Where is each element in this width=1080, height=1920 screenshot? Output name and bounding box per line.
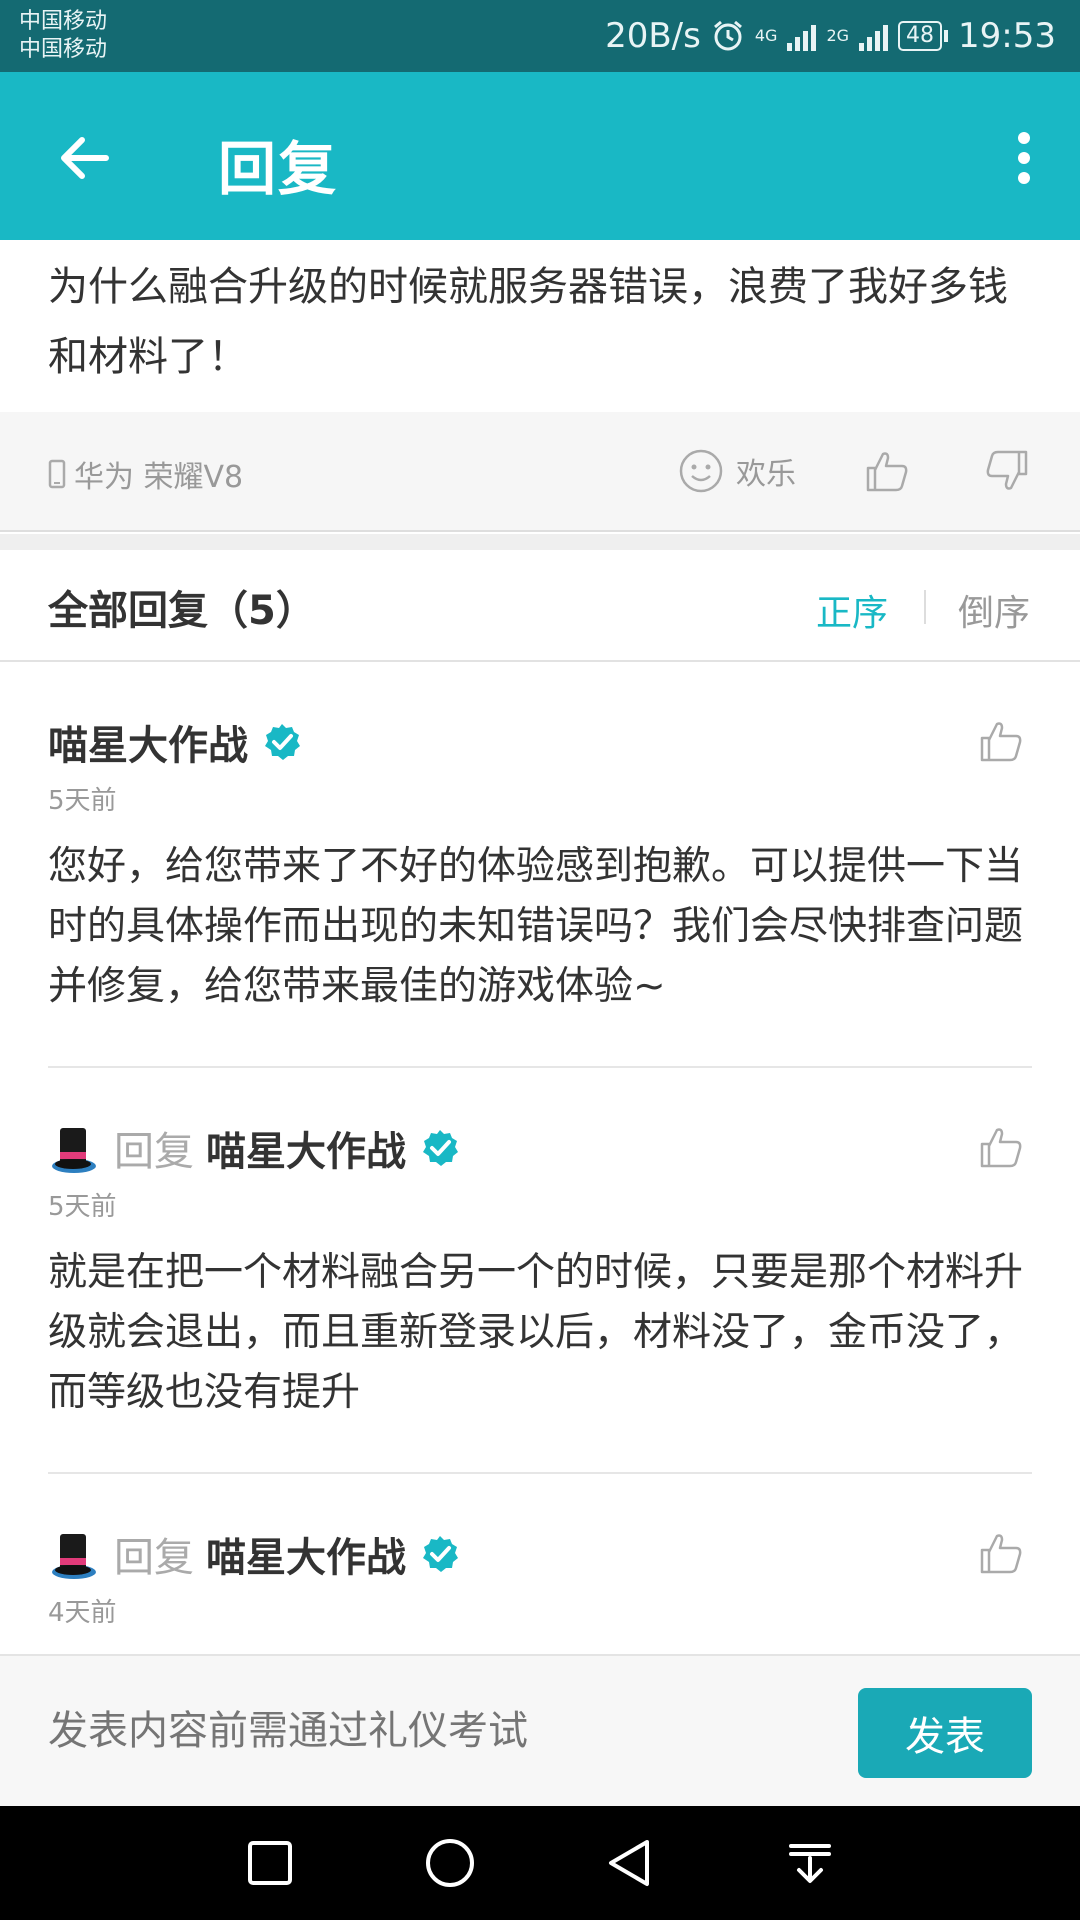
compose-bar: 发表 (0, 1654, 1080, 1806)
replies-header: 全部回复（5） 正序 倒序 (0, 550, 1080, 662)
reply-time: 4天前 (48, 1598, 117, 1628)
circle-icon (426, 1839, 474, 1887)
reply-author[interactable]: 喵星大作战 (206, 1525, 406, 1583)
reply-text: 就是在把一个材料融合另一个的时候，只要是那个材料升级就会退出，而且重新登录以后，… (48, 1250, 1024, 1415)
post-meta-bar: 华为 荣耀V8 欢乐 (0, 412, 1080, 532)
reply-time: 5天前 (48, 1192, 117, 1222)
device-name: 华为 荣耀V8 (74, 460, 244, 495)
post-like-button[interactable] (864, 448, 910, 498)
thumbs-down-icon (986, 450, 1028, 490)
reply-header: 回复 喵星大作战 (48, 1118, 1032, 1178)
status-bar: 中国移动 中国移动 20B/s 4G 2G 48 19:53 (0, 0, 1080, 72)
reply-to-label: 回复 (114, 1535, 194, 1581)
thumbs-up-icon (980, 1534, 1022, 1574)
alarm-icon (713, 20, 742, 51)
top-hat-avatar[interactable] (48, 1122, 98, 1174)
sort-ascending-tab[interactable]: 正序 (816, 584, 888, 636)
replies-count-title: 全部回复（5） (48, 588, 316, 634)
battery-level: 48 (898, 21, 943, 51)
signal-icon-sim2 (859, 21, 889, 51)
top-hat-avatar[interactable] (48, 1528, 98, 1580)
verified-badge-icon (265, 724, 300, 760)
arrow-left-icon (61, 137, 109, 179)
reply-time: 5天前 (48, 786, 117, 816)
post-body: 为什么融合升级的时候就服务器错误，浪费了我好多钱和材料了！ (48, 264, 1008, 380)
reply-author[interactable]: 喵星大作战 (206, 1119, 406, 1177)
reply-author[interactable]: 喵星大作战 (48, 713, 248, 771)
status-indicators: 20B/s 4G 2G 48 19:53 (605, 0, 1056, 72)
reply-header: 回复 喵星大作战 (48, 1524, 1032, 1584)
reply-divider (48, 1472, 1032, 1474)
sim1-type: 4G (754, 26, 778, 45)
reply-like-button[interactable] (978, 1124, 1024, 1174)
triangle-back-icon (609, 1840, 649, 1886)
sort-descending-tab[interactable]: 倒序 (958, 584, 1030, 636)
reply-header: 喵星大作战 (48, 712, 1032, 772)
thumbs-up-icon (980, 722, 1022, 762)
verified-badge-icon (423, 1536, 458, 1572)
app-bar: 回复 (0, 72, 1080, 240)
reply-like-button[interactable] (978, 718, 1024, 768)
reply-item: 回复 喵星大作战 5天前 就是在把一个材料融合另一个的时候，只要是那个材料升级就… (48, 1118, 1032, 1423)
back-button[interactable] (54, 128, 114, 188)
device-info: 华为 荣耀V8 (48, 452, 243, 496)
reply-divider (48, 1066, 1032, 1068)
mood-label: 欢乐 (736, 457, 796, 492)
send-button[interactable]: 发表 (858, 1688, 1032, 1778)
mood-tag[interactable]: 欢乐 (678, 448, 796, 494)
system-nav-bar (0, 1806, 1080, 1920)
notification-pull-button[interactable] (780, 1833, 840, 1893)
reply-like-button[interactable] (978, 1530, 1024, 1580)
section-separator (0, 534, 1080, 550)
phone-icon (48, 459, 66, 489)
reply-to-label: 回复 (114, 1129, 194, 1175)
carrier-info: 中国移动 中国移动 (19, 8, 107, 64)
reply-text: 您好，给您带来了不好的体验感到抱歉。可以提供一下当时的具体操作而出现的未知错误吗… (48, 844, 1024, 1009)
reply-item: 喵星大作战 5天前 您好，给您带来了不好的体验感到抱歉。可以提供一下当时的具体操… (48, 712, 1032, 1017)
more-vertical-icon (1018, 132, 1030, 144)
battery-icon: 48 (898, 21, 949, 51)
reply-item: 回复 喵星大作战 4天前 (48, 1524, 1032, 1629)
sim2-type: 2G (826, 26, 850, 45)
clock: 19:53 (958, 16, 1056, 56)
carrier-2: 中国移动 (19, 37, 108, 62)
thumbs-up-icon (866, 452, 908, 492)
pull-down-icon (789, 1844, 831, 1883)
thumbs-up-icon (980, 1128, 1022, 1168)
sort-divider (924, 590, 926, 624)
back-nav-button[interactable] (600, 1833, 660, 1893)
home-button[interactable] (420, 1833, 480, 1893)
recents-button[interactable] (240, 1833, 300, 1893)
smiley-icon (679, 449, 723, 493)
verified-badge-icon (423, 1130, 458, 1166)
compose-input[interactable] (48, 1708, 808, 1754)
net-speed: 20B/s (605, 16, 701, 56)
signal-icon-sim1 (787, 21, 817, 51)
square-icon (248, 1841, 292, 1885)
carrier-1: 中国移动 (19, 9, 108, 34)
more-options-button[interactable] (1004, 128, 1044, 188)
page-title: 回复 (218, 135, 339, 203)
post-dislike-button[interactable] (984, 448, 1030, 498)
